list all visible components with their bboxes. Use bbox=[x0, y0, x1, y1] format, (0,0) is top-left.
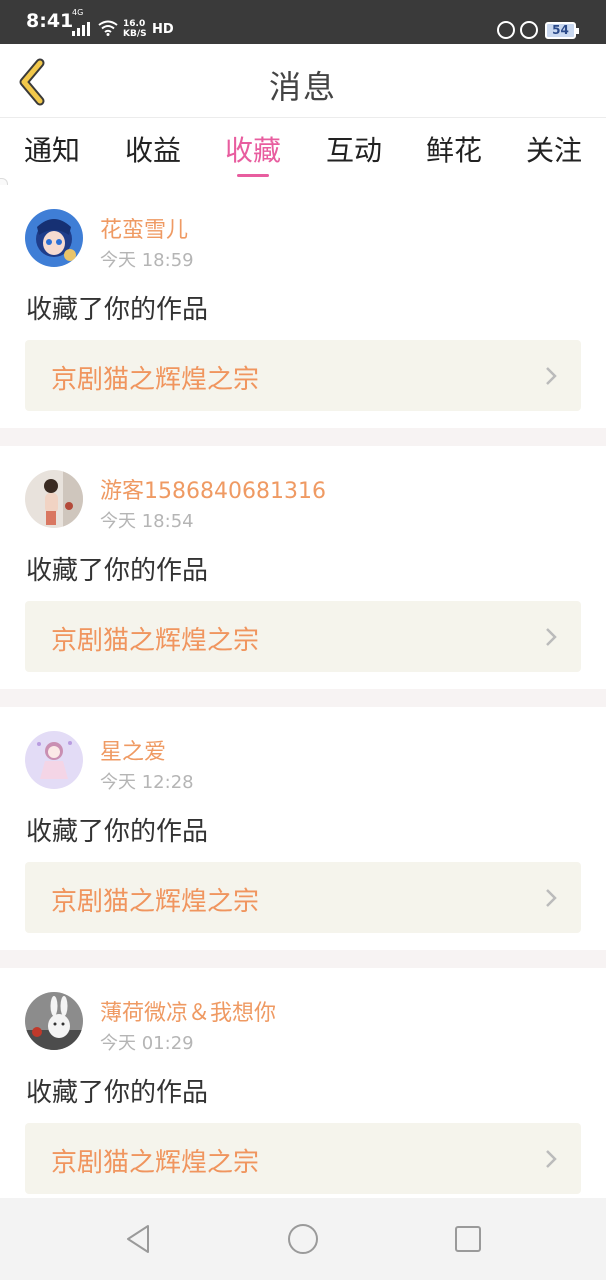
square-recents-icon[interactable] bbox=[451, 1222, 485, 1256]
tab-favorites[interactable]: 收藏 bbox=[203, 129, 303, 169]
wifi-icon bbox=[98, 20, 118, 36]
chevron-right-icon bbox=[546, 889, 557, 907]
data-saver-icon bbox=[497, 21, 515, 39]
tab-earnings[interactable]: 收益 bbox=[103, 129, 203, 169]
hd-label: HD bbox=[152, 22, 174, 37]
work-link[interactable]: 京剧猫之辉煌之宗 bbox=[25, 601, 581, 672]
avatar[interactable] bbox=[25, 731, 83, 789]
app-header: 消息 bbox=[0, 44, 606, 118]
avatar[interactable] bbox=[25, 209, 83, 267]
work-title: 京剧猫之辉煌之宗 bbox=[51, 1148, 260, 1178]
page-title: 消息 bbox=[268, 68, 337, 106]
username[interactable]: 游客1586840681316 bbox=[100, 473, 326, 505]
action-text: 收藏了你的作品 bbox=[26, 817, 209, 847]
tab-interactions[interactable]: 互动 bbox=[304, 129, 404, 169]
tab-notifications[interactable]: 通知 bbox=[2, 129, 102, 169]
triangle-back-icon[interactable] bbox=[121, 1222, 155, 1256]
action-text: 收藏了你的作品 bbox=[26, 1078, 209, 1108]
network-type: 4G bbox=[72, 8, 84, 17]
list-item: 游客1586840681316 今天 18:54 收藏了你的作品 京剧猫之辉煌之… bbox=[0, 446, 606, 707]
screen: 8:41 4G 16.0 KB/S HD 54 消息 通知 收益 收藏 互动 鲜… bbox=[0, 0, 606, 1280]
rotation-lock-icon bbox=[520, 21, 538, 39]
list-item: 星之爱 今天 12:28 收藏了你的作品 京剧猫之辉煌之宗 bbox=[0, 707, 606, 968]
action-text: 收藏了你的作品 bbox=[26, 295, 209, 325]
message-list: 花蛮雪儿 今天 18:59 收藏了你的作品 京剧猫之辉煌之宗 游客1586840… bbox=[0, 185, 606, 1229]
work-link[interactable]: 京剧猫之辉煌之宗 bbox=[25, 1123, 581, 1194]
work-title: 京剧猫之辉煌之宗 bbox=[51, 365, 260, 395]
status-time: 8:41 bbox=[26, 10, 74, 32]
circle-home-icon[interactable] bbox=[286, 1222, 320, 1256]
tab-flowers[interactable]: 鲜花 bbox=[404, 129, 504, 169]
username[interactable]: 星之爱 bbox=[100, 734, 166, 766]
work-title: 京剧猫之辉煌之宗 bbox=[51, 626, 260, 656]
list-item: 花蛮雪儿 今天 18:59 收藏了你的作品 京剧猫之辉煌之宗 bbox=[0, 185, 606, 446]
list-item: 薄荷微凉＆我想你 今天 01:29 收藏了你的作品 京剧猫之辉煌之宗 bbox=[0, 968, 606, 1229]
speed-unit: KB/S bbox=[123, 29, 147, 39]
timestamp: 今天 18:59 bbox=[100, 250, 194, 271]
username[interactable]: 花蛮雪儿 bbox=[100, 212, 188, 244]
chevron-right-icon bbox=[546, 1150, 557, 1168]
battery-icon: 54 bbox=[545, 22, 579, 39]
speed-value: 16.0 bbox=[123, 19, 146, 29]
network-speed: 16.0 KB/S bbox=[123, 19, 147, 39]
chevron-right-icon bbox=[546, 628, 557, 646]
work-link[interactable]: 京剧猫之辉煌之宗 bbox=[25, 340, 581, 411]
avatar[interactable] bbox=[25, 992, 83, 1050]
active-tab-indicator bbox=[237, 174, 269, 177]
tab-bar: 通知 收益 收藏 互动 鲜花 关注 bbox=[0, 119, 606, 185]
timestamp: 今天 01:29 bbox=[100, 1033, 194, 1054]
chevron-right-icon bbox=[546, 367, 557, 385]
tab-following[interactable]: 关注 bbox=[504, 129, 604, 169]
work-title: 京剧猫之辉煌之宗 bbox=[51, 887, 260, 917]
action-text: 收藏了你的作品 bbox=[26, 556, 209, 586]
system-nav-bar bbox=[0, 1198, 606, 1280]
username[interactable]: 薄荷微凉＆我想你 bbox=[100, 995, 276, 1027]
work-link[interactable]: 京剧猫之辉煌之宗 bbox=[25, 862, 581, 933]
avatar[interactable] bbox=[25, 470, 83, 528]
timestamp: 今天 12:28 bbox=[100, 772, 194, 793]
status-bar: 8:41 4G 16.0 KB/S HD 54 bbox=[0, 0, 606, 44]
timestamp: 今天 18:54 bbox=[100, 511, 194, 532]
signal-icon bbox=[72, 20, 92, 36]
